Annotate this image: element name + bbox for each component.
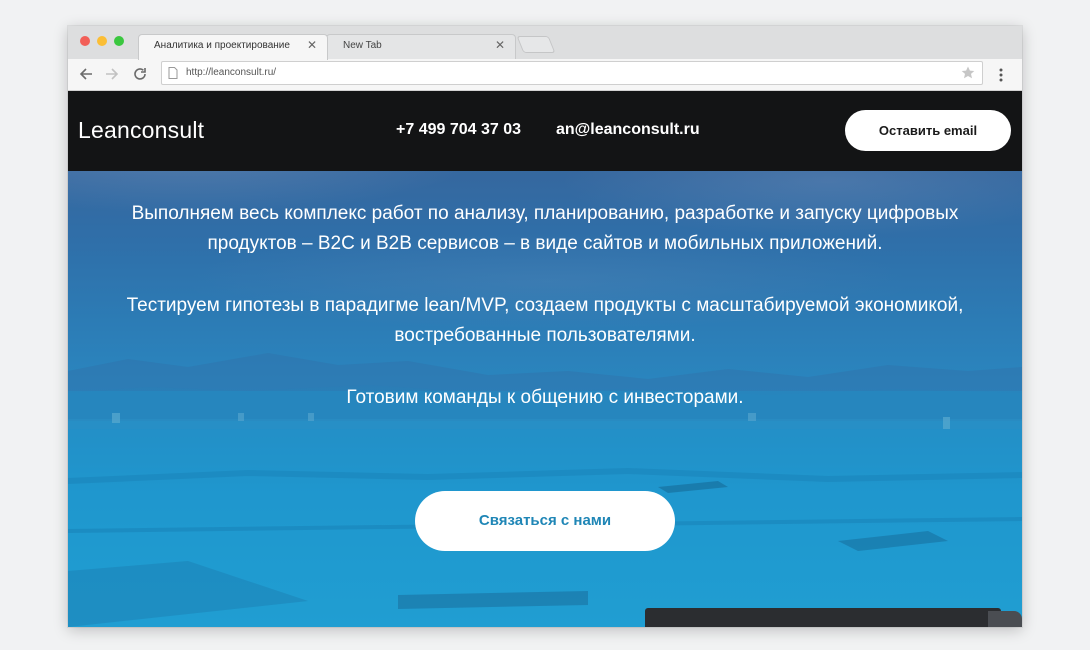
site-logo[interactable]: Leanconsult — [78, 117, 204, 144]
bottom-panel-edge — [988, 611, 1022, 627]
tab-title: New Tab — [343, 40, 382, 51]
hero-line: Готовим команды к общению с инвесторами. — [346, 387, 744, 408]
maximize-window-button[interactable] — [114, 36, 124, 46]
browser-window: Аналитика и проектирование ✕ New Tab ✕ h… — [68, 26, 1022, 627]
forward-arrow-icon[interactable] — [103, 65, 121, 83]
address-bar[interactable]: http://leanconsult.ru/ — [161, 61, 983, 85]
tab-close-icon[interactable]: ✕ — [307, 38, 317, 52]
contact-us-button[interactable]: Связаться с нами — [415, 491, 675, 551]
tab-strip: Аналитика и проектирование ✕ New Tab ✕ — [68, 26, 1022, 60]
tab-new-tab[interactable]: New Tab ✕ — [326, 34, 516, 60]
phone-number[interactable]: +7 499 704 37 03 — [396, 121, 521, 139]
hero-line: востребованные пользователями. — [394, 325, 696, 346]
page-viewport: Leanconsult +7 499 704 37 03 an@leancons… — [68, 91, 1022, 627]
tab-title: Аналитика и проектирование — [154, 40, 290, 51]
email-address[interactable]: an@leanconsult.ru — [556, 121, 700, 139]
hero-line: продуктов – B2C и B2B сервисов – в виде … — [207, 233, 883, 254]
tab-close-icon[interactable]: ✕ — [495, 38, 505, 52]
tab-leanconsult[interactable]: Аналитика и проектирование ✕ — [138, 34, 328, 60]
leave-email-button[interactable]: Оставить email — [845, 110, 1011, 151]
site-header: Leanconsult +7 499 704 37 03 an@leancons… — [68, 91, 1022, 171]
new-tab-button[interactable] — [516, 36, 556, 53]
hero-line: Тестируем гипотезы в парадигме lean/MVP,… — [126, 295, 964, 316]
url-text[interactable]: http://leanconsult.ru/ — [186, 67, 276, 78]
back-arrow-icon[interactable] — [77, 65, 95, 83]
browser-toolbar: http://leanconsult.ru/ — [68, 59, 1022, 91]
reload-icon[interactable] — [131, 65, 149, 83]
hero-text: Выполняем весь комплекс работ по анализу… — [68, 199, 1022, 413]
bottom-panel — [645, 608, 1001, 627]
menu-dots-icon[interactable] — [996, 67, 1006, 83]
star-icon[interactable] — [960, 65, 976, 81]
close-window-button[interactable] — [80, 36, 90, 46]
page-icon — [168, 67, 178, 79]
hero-line: Выполняем весь комплекс работ по анализу… — [131, 203, 959, 224]
minimize-window-button[interactable] — [97, 36, 107, 46]
